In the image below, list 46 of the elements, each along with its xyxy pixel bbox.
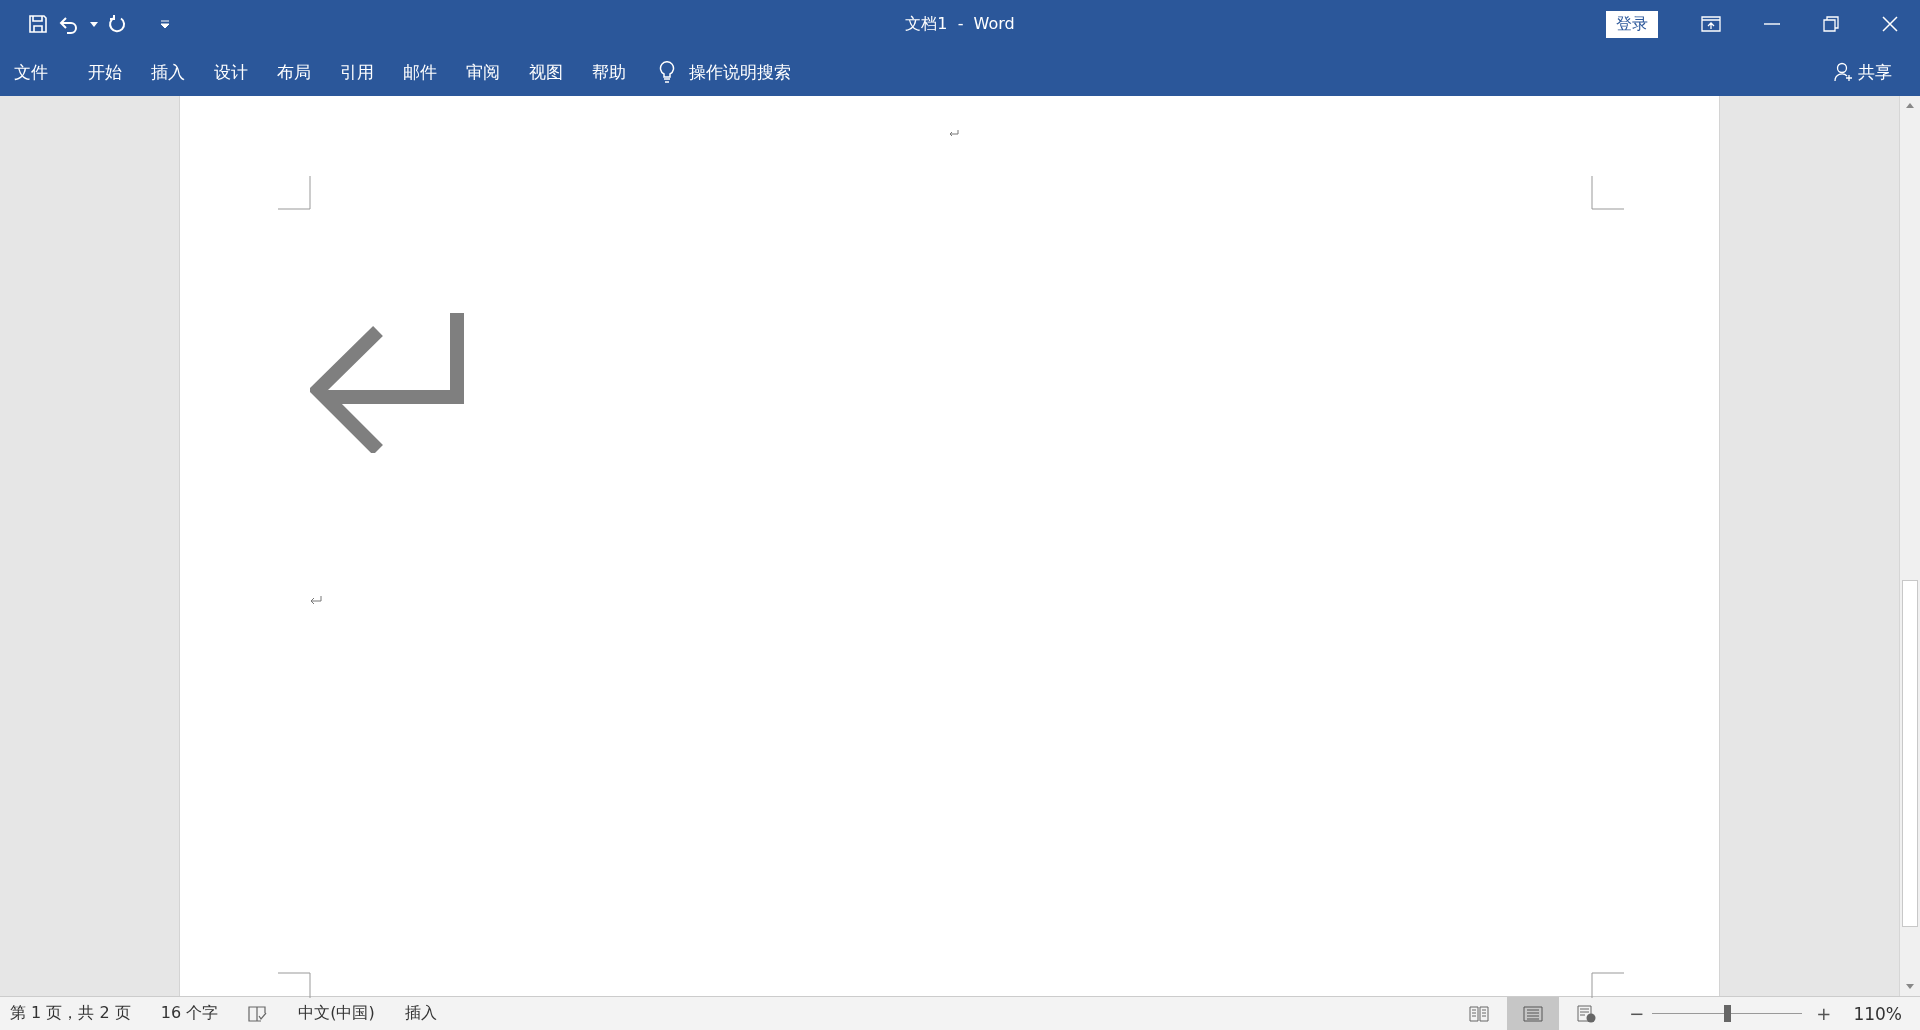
proofing-icon[interactable] (248, 1005, 269, 1022)
paragraph-mark-icon (309, 596, 322, 606)
close-icon[interactable] (1882, 16, 1898, 32)
page-count[interactable]: 第 1 页，共 2 页 (10, 1003, 131, 1024)
crop-mark-icon (277, 176, 311, 210)
person-add-icon (1834, 62, 1854, 82)
crop-mark-icon (277, 972, 311, 998)
zoom-level[interactable]: 110% (1853, 1003, 1902, 1024)
share-button[interactable]: 共享 (1828, 59, 1898, 85)
crop-mark-icon (1590, 972, 1624, 998)
undo-icon[interactable] (58, 14, 80, 34)
vertical-scrollbar[interactable] (1899, 96, 1920, 996)
word-count[interactable]: 16 个字 (160, 1003, 219, 1024)
save-icon[interactable] (28, 14, 48, 34)
caret-icon[interactable] (90, 21, 98, 27)
input-mode[interactable]: 插入 (404, 1003, 437, 1024)
zoom-slider-thumb[interactable] (1724, 1005, 1732, 1022)
crop-mark-icon (1590, 176, 1624, 210)
ribbon-display-icon[interactable] (1701, 16, 1721, 32)
ribbon-tab[interactable]: 引用 (340, 56, 374, 88)
ribbon-tab[interactable]: 布局 (277, 56, 311, 88)
scroll-down-icon[interactable] (1906, 984, 1914, 989)
zoom-out-button[interactable]: − (1629, 1003, 1645, 1024)
paragraph-mark-icon (948, 130, 959, 138)
lightbulb-icon (659, 61, 675, 83)
ribbon-tab[interactable]: 帮助 (592, 56, 626, 88)
return-arrow-icon (309, 313, 466, 453)
window-title: 文档1 - Word (905, 13, 1015, 35)
ribbon-tab[interactable]: 邮件 (403, 56, 437, 88)
ribbon-tab[interactable]: 开始 (88, 56, 122, 88)
ribbon-tab[interactable]: 审阅 (466, 56, 500, 88)
restore-icon[interactable] (1823, 16, 1839, 32)
open-book-icon (1469, 1005, 1490, 1022)
ribbon-tab[interactable]: 文件 (14, 56, 48, 88)
ribbon-tab[interactable]: 插入 (151, 56, 185, 88)
tell-me-search[interactable]: 操作说明搜索 (659, 61, 841, 83)
language-indicator[interactable]: 中文(中国) (298, 1003, 375, 1024)
web-page-icon (1577, 1004, 1598, 1023)
ribbon-tab[interactable]: 设计 (214, 56, 248, 88)
redo-icon[interactable] (108, 14, 128, 34)
customize-icon[interactable] (160, 20, 170, 28)
page-icon (1523, 1005, 1544, 1022)
sign-in-button[interactable]: 登录 (1606, 10, 1658, 38)
scroll-up-icon[interactable] (1906, 103, 1914, 108)
ribbon-tab[interactable]: 视图 (529, 56, 563, 88)
zoom-in-button[interactable]: + (1816, 1003, 1832, 1024)
